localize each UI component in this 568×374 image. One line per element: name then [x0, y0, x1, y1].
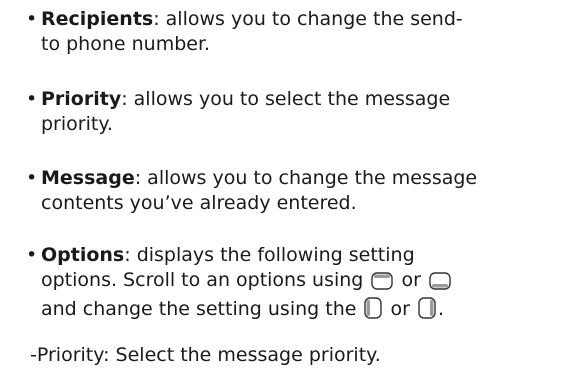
desc-or-2: or [390, 298, 410, 320]
desc-line2: priority. [41, 113, 113, 135]
desc-line2: to phone number. [41, 33, 211, 55]
nav-left-key-icon [364, 297, 383, 326]
bullet: • [26, 167, 38, 189]
bullet: • [26, 244, 38, 266]
desc-line1: : displays the following setting [124, 244, 415, 266]
term-recipients: Recipients [41, 8, 154, 30]
item-body: Recipients: allows you to change the sen… [41, 7, 566, 57]
item-body: Message: allows you to change the messag… [41, 166, 566, 216]
desc-line1: : allows you to change the send- [153, 8, 463, 30]
desc-or-1: or [401, 269, 421, 291]
desc-line1: : allows you to change the message [134, 167, 478, 189]
list-item-message: • Message: allows you to change the mess… [26, 166, 566, 216]
manual-page: • Recipients: allows you to change the s… [0, 0, 568, 374]
term-message: Message [41, 167, 135, 189]
desc-period: . [438, 298, 445, 320]
list-item-priority: • Priority: allows you to select the mes… [26, 87, 566, 137]
desc-line2: contents you’ve already entered. [41, 192, 357, 214]
bullet: • [26, 88, 38, 110]
nav-right-key-icon [418, 297, 436, 326]
desc-line3a: and change the setting using the [41, 298, 357, 320]
list-item-recipients: • Recipients: allows you to change the s… [26, 7, 566, 57]
sub-item-priority: -Priority: Select the message priority. [30, 344, 381, 366]
item-body: Options: displays the following setting … [41, 243, 566, 326]
term-priority: Priority [41, 88, 122, 110]
bullet: • [26, 8, 38, 30]
list-item-options: • Options: displays the following settin… [26, 243, 566, 326]
item-body: Priority: allows you to select the messa… [41, 87, 566, 137]
desc-line1: : allows you to select the message [121, 88, 451, 110]
desc-line2a: options. Scroll to an options using [41, 269, 364, 291]
term-options: Options [41, 244, 125, 266]
nav-up-key-icon [371, 272, 394, 297]
nav-down-key-icon [429, 272, 451, 297]
